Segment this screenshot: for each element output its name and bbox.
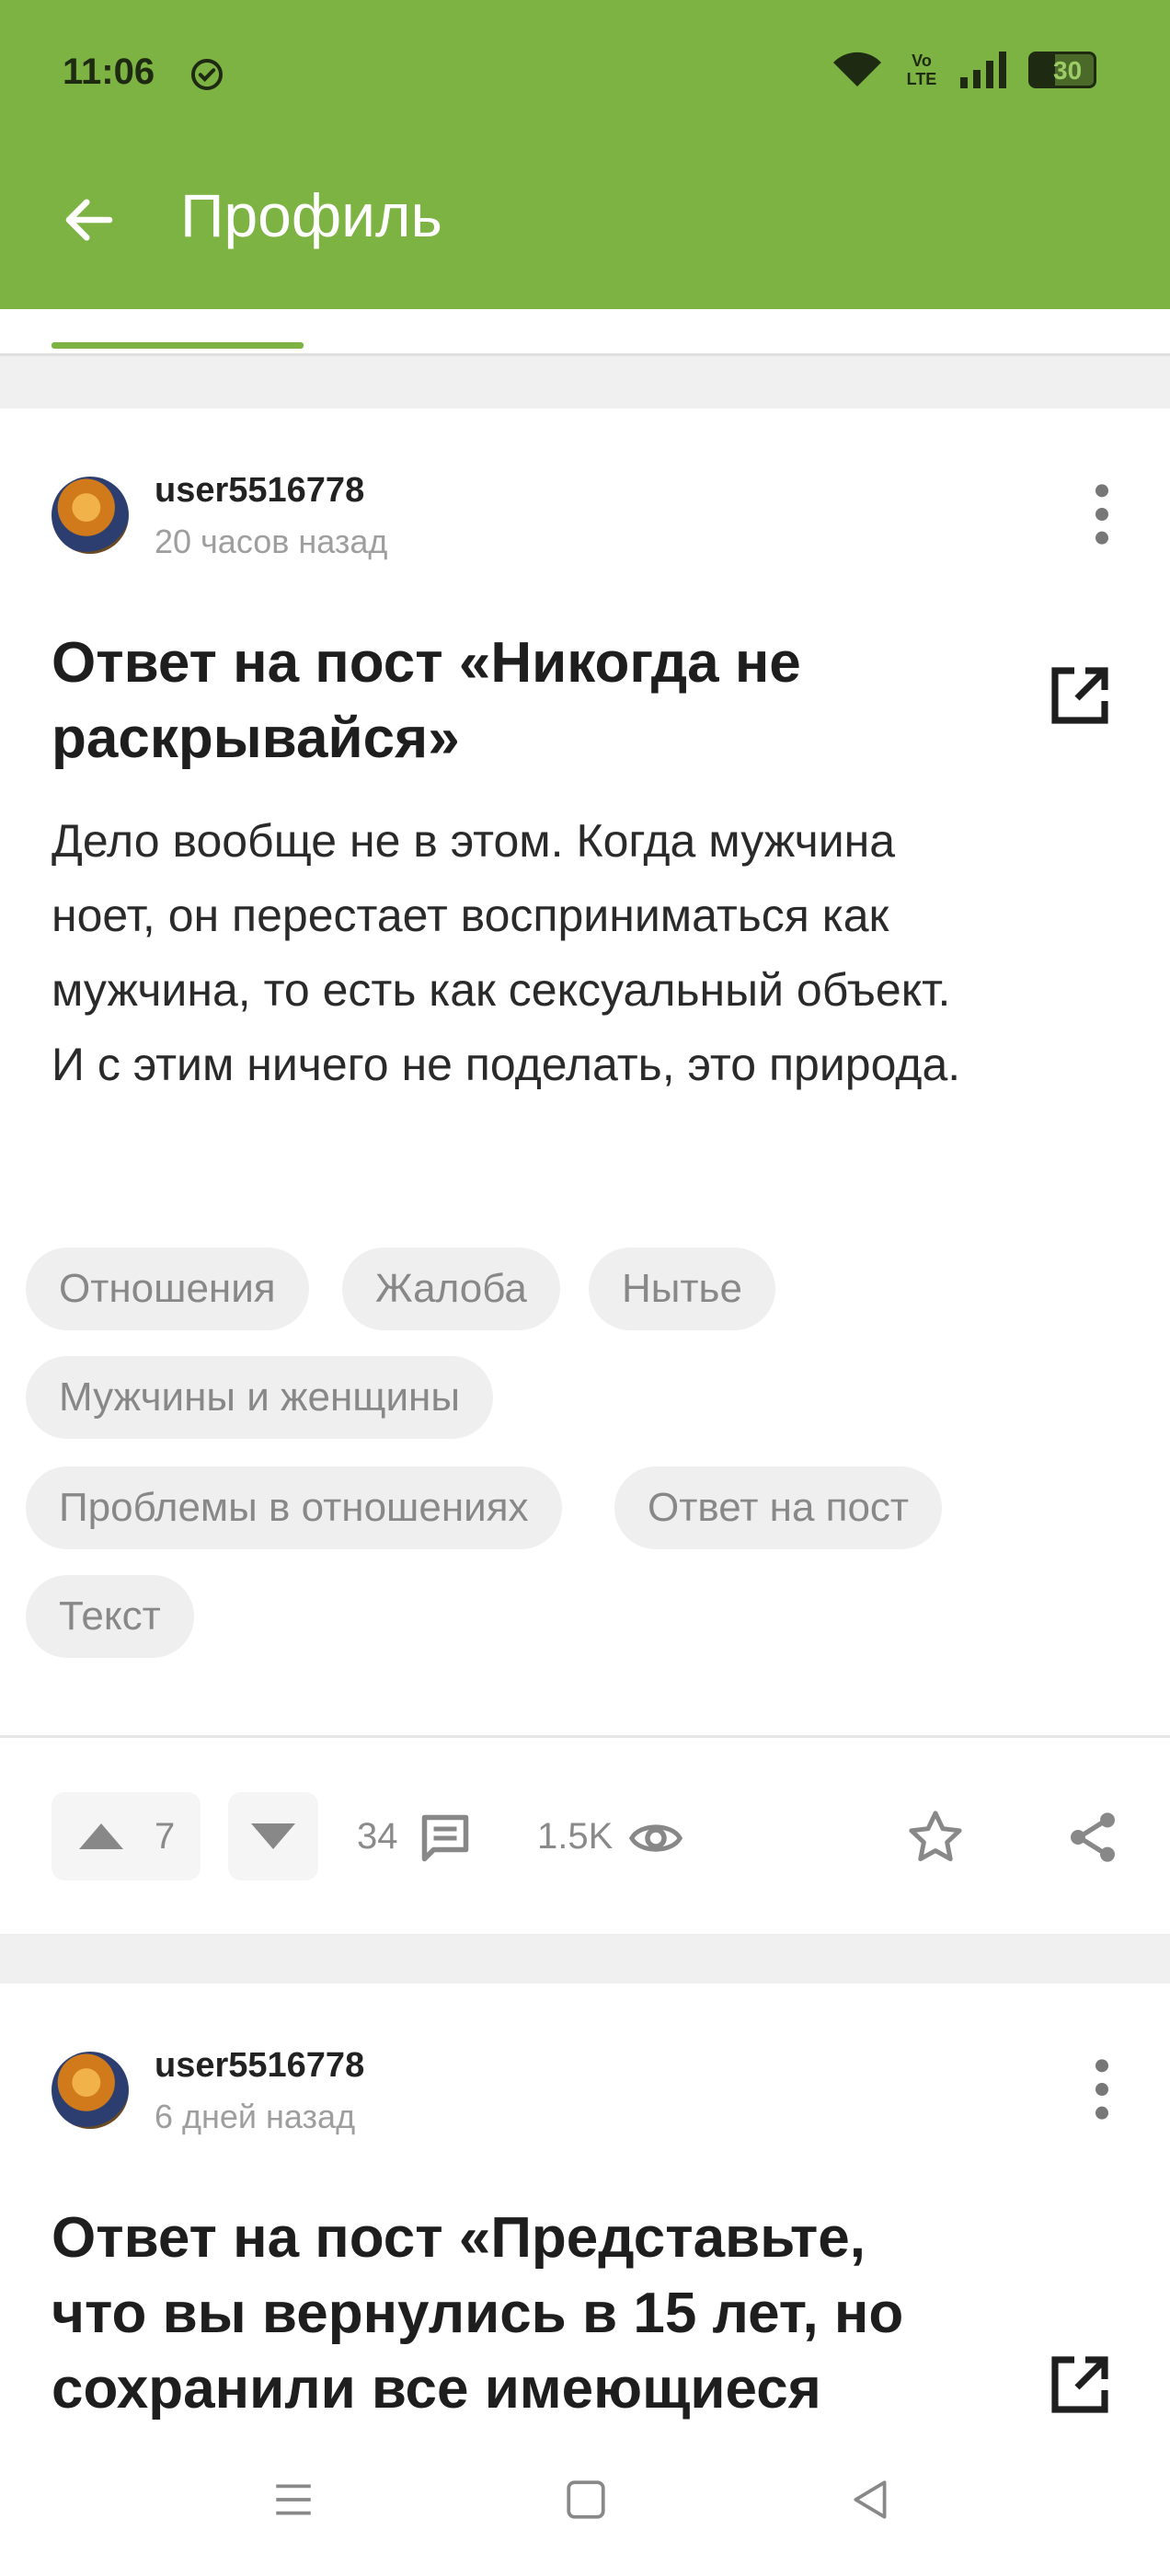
more-vertical-icon[interactable] — [1084, 482, 1120, 546]
comment-icon — [421, 1814, 469, 1862]
tag-chip[interactable]: Мужчины и женщины — [26, 1356, 493, 1439]
tab-indicator — [52, 342, 304, 349]
views-indicator: 1.5K — [535, 1792, 692, 1880]
eye-icon — [628, 1824, 683, 1852]
tag-chip[interactable]: Жалоба — [342, 1248, 560, 1330]
username[interactable]: user5516778 — [155, 471, 364, 511]
rating-count: 7 — [155, 1816, 176, 1857]
status-time: 11:06 — [63, 52, 155, 92]
upvote-icon — [79, 1823, 123, 1849]
username[interactable]: user5516778 — [155, 2046, 364, 2086]
post-body: Дело вообще не в этом. Когда мужчина ное… — [52, 815, 961, 1090]
more-vertical-icon[interactable] — [1084, 2057, 1120, 2122]
battery-icon: 30 — [1028, 52, 1096, 88]
views-count: 1.5K — [537, 1816, 614, 1857]
signal-icon — [960, 52, 1006, 88]
divider — [0, 1735, 1170, 1738]
back-arrow-icon[interactable] — [59, 190, 120, 250]
tag-chip[interactable]: Ответ на пост — [614, 1466, 943, 1549]
system-nav-bar — [0, 2429, 1170, 2576]
tag-chip[interactable]: Отношения — [26, 1248, 309, 1330]
verified-check-icon — [190, 58, 224, 91]
post-card: user5516778 6 дней назад Ответ на пост «… — [0, 1984, 1170, 2429]
post-title[interactable]: Ответ на пост «Никогда не раскрывайся» — [52, 626, 1027, 776]
downvote-icon — [251, 1823, 295, 1849]
tag-chip[interactable]: Текст — [26, 1575, 194, 1658]
avatar[interactable] — [52, 477, 129, 554]
app-bar: 11:06 Vo LTE 30 Профиль — [0, 0, 1170, 309]
back-triangle-icon[interactable] — [848, 2477, 894, 2523]
page-title: Профиль — [180, 181, 442, 249]
comments-button[interactable]: 34 — [355, 1792, 484, 1880]
post-title[interactable]: Ответ на пост «Представьте, что вы верну… — [52, 2201, 1027, 2427]
avatar[interactable] — [52, 2052, 129, 2129]
tag-chip[interactable]: Нытье — [589, 1248, 775, 1330]
post-time: 20 часов назад — [155, 523, 388, 560]
external-link-icon[interactable] — [1047, 2352, 1113, 2418]
post-time: 6 дней назад — [155, 2098, 356, 2135]
star-icon[interactable] — [905, 1807, 966, 1868]
comment-count: 34 — [357, 1816, 398, 1857]
status-icons: Vo LTE 30 — [830, 50, 1096, 90]
share-icon[interactable] — [1063, 1807, 1122, 1868]
upvote-button[interactable]: 7 — [52, 1792, 201, 1880]
menu-icon[interactable] — [270, 2477, 316, 2523]
downvote-button[interactable] — [228, 1792, 318, 1880]
post-card: user5516778 20 часов назад Ответ на пост… — [0, 408, 1170, 1934]
wifi-icon — [833, 52, 881, 86]
volte-label: Vo LTE — [906, 52, 937, 88]
external-link-icon[interactable] — [1047, 662, 1113, 729]
tag-chip[interactable]: Проблемы в отношениях — [26, 1466, 562, 1549]
tab-strip — [0, 309, 1170, 356]
home-square-icon[interactable] — [563, 2477, 609, 2523]
